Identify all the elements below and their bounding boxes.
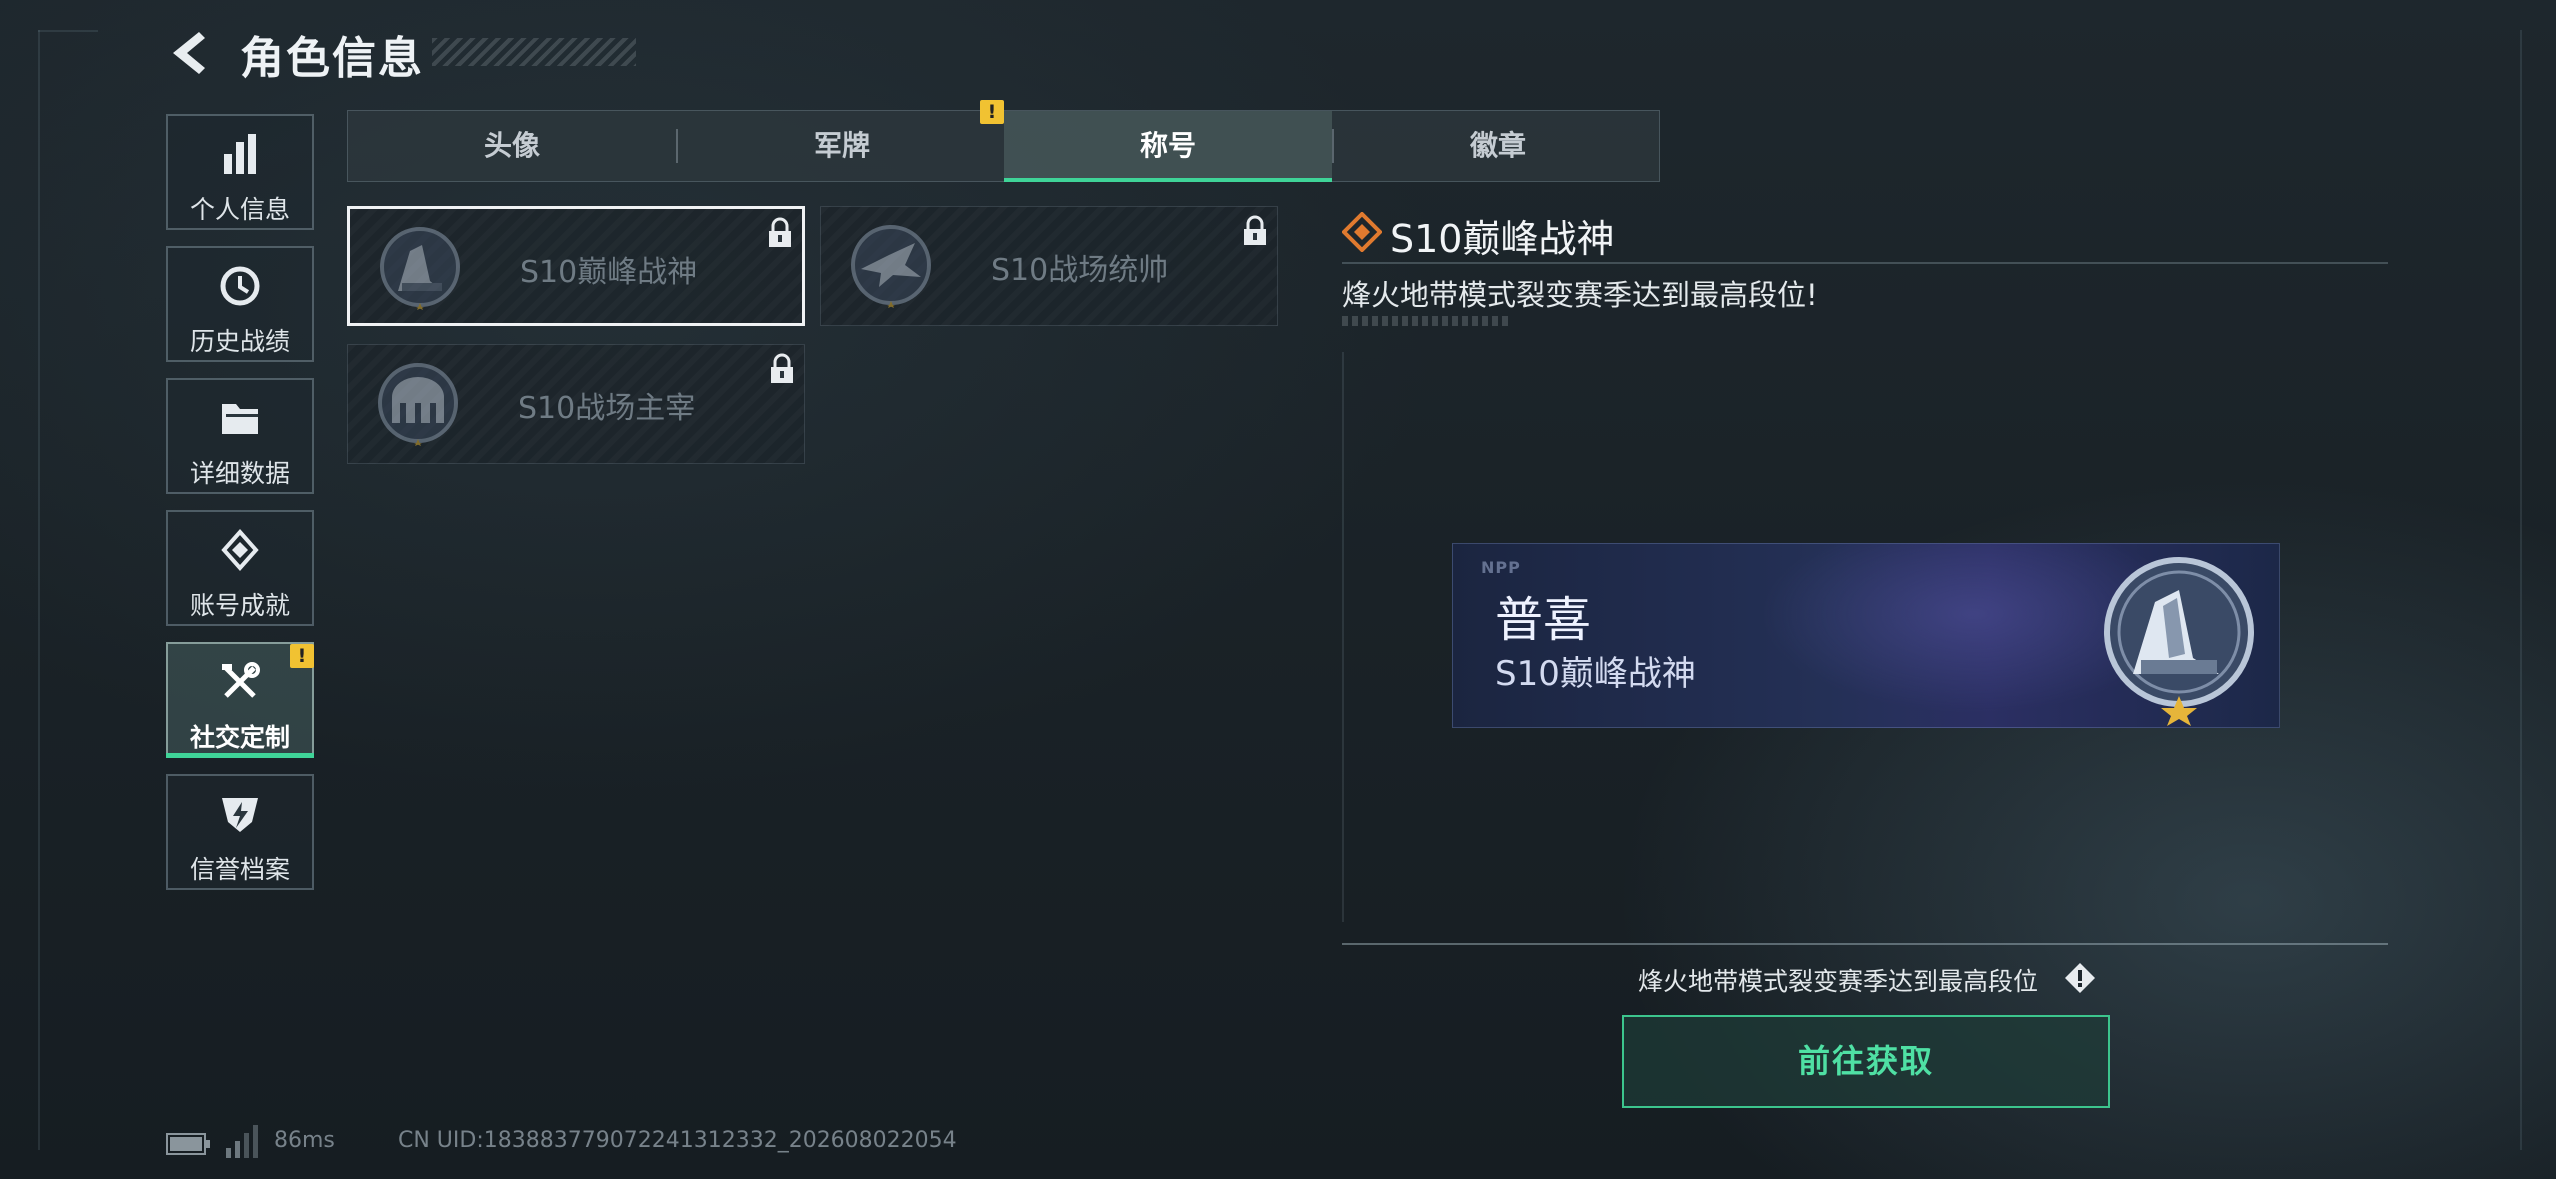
diamond-rank-icon: [1342, 212, 1382, 252]
sidebar-item-achievements[interactable]: 账号成就: [166, 510, 314, 626]
lock-icon: [769, 217, 791, 247]
go-obtain-button[interactable]: 前往获取: [1622, 1015, 2110, 1108]
frame-line-right: [2520, 30, 2522, 1150]
nameplate-preview: NPP 普喜 S10巅峰战神: [1452, 543, 2280, 728]
history-clock-icon: [168, 264, 312, 312]
tab-badge[interactable]: 徽章: [1334, 111, 1662, 181]
nameplate-brand: NPP: [1481, 558, 1521, 577]
back-button[interactable]: [165, 28, 215, 78]
preview-frame-left: [1342, 352, 1344, 922]
sidebar-item-label: 社交定制: [189, 723, 290, 752]
back-arrow-icon: [173, 32, 205, 74]
sidebar-item-history[interactable]: 历史战绩: [166, 246, 314, 362]
detail-title: S10巅峰战神: [1390, 217, 1615, 261]
title-decoration: [432, 38, 636, 66]
sidebar-item-detailed-data[interactable]: 详细数据: [166, 378, 314, 494]
folder-icon: [168, 396, 312, 444]
battlefield-commander-emblem-icon: [851, 225, 931, 308]
shield-lightning-icon: [168, 792, 312, 840]
detail-decoration: [1342, 316, 1510, 326]
title-card-name: S10战场主宰: [518, 391, 696, 426]
tab-title[interactable]: 称号: [1004, 111, 1332, 182]
lock-icon: [771, 353, 793, 383]
sidebar-item-label: 个人信息: [189, 195, 290, 224]
frame-line-top: [38, 30, 98, 32]
signal-strength-icon: [226, 1125, 258, 1158]
sidebar-item-label: 信誉档案: [189, 855, 290, 884]
uid-label: CN UID:18388377907224131233​2_2026080220…: [398, 1128, 957, 1153]
title-card-battlefield-dominator[interactable]: S10战场主宰: [347, 344, 805, 464]
requirement-text: 烽火地带模式裂变赛季达到最高段位: [1638, 967, 2039, 996]
tab-avatar[interactable]: 头像: [348, 111, 676, 181]
alert-badge: !: [980, 100, 1004, 124]
sidebar-item-label: 账号成就: [189, 591, 290, 620]
lock-icon: [1244, 215, 1266, 245]
title-card-name: S10巅峰战神: [520, 255, 698, 290]
tab-dog-tag[interactable]: 军牌: [678, 111, 1006, 181]
alert-badge: !: [290, 644, 314, 668]
nameplate-title: S10巅峰战神: [1495, 654, 1696, 694]
peak-war-god-emblem-icon: [380, 227, 460, 310]
sidebar-item-social-custom[interactable]: 社交定制 !: [166, 642, 314, 758]
info-diamond-icon[interactable]: [2064, 962, 2096, 994]
detail-description: 烽火地带模式裂变赛季达到最高段位!: [1342, 278, 1818, 312]
peak-war-god-emblem-icon: [2104, 557, 2254, 726]
sidebar-item-personal-info[interactable]: 个人信息: [166, 114, 314, 230]
bar-chart-icon: [168, 132, 312, 180]
battlefield-dominator-emblem-icon: [378, 363, 458, 446]
detail-divider: [1342, 262, 2388, 264]
nameplate-player-name: 普喜: [1495, 592, 1592, 648]
frame-line-left: [38, 30, 40, 1150]
battery-icon: [166, 1133, 210, 1155]
sidebar-item-label: 历史战绩: [189, 327, 290, 356]
ping-readout: 86ms: [274, 1128, 335, 1153]
title-card-name: S10战场统帅: [991, 253, 1169, 288]
preview-frame-bottom: [1342, 943, 2388, 945]
title-card-battlefield-commander[interactable]: S10战场统帅: [820, 206, 1278, 326]
title-card-peak-war-god[interactable]: S10巅峰战神: [347, 206, 805, 326]
sidebar-item-credit[interactable]: 信誉档案: [166, 774, 314, 890]
medal-icon: [168, 528, 312, 576]
sidebar-item-label: 详细数据: [189, 459, 290, 488]
page-title: 角色信息: [240, 33, 424, 84]
